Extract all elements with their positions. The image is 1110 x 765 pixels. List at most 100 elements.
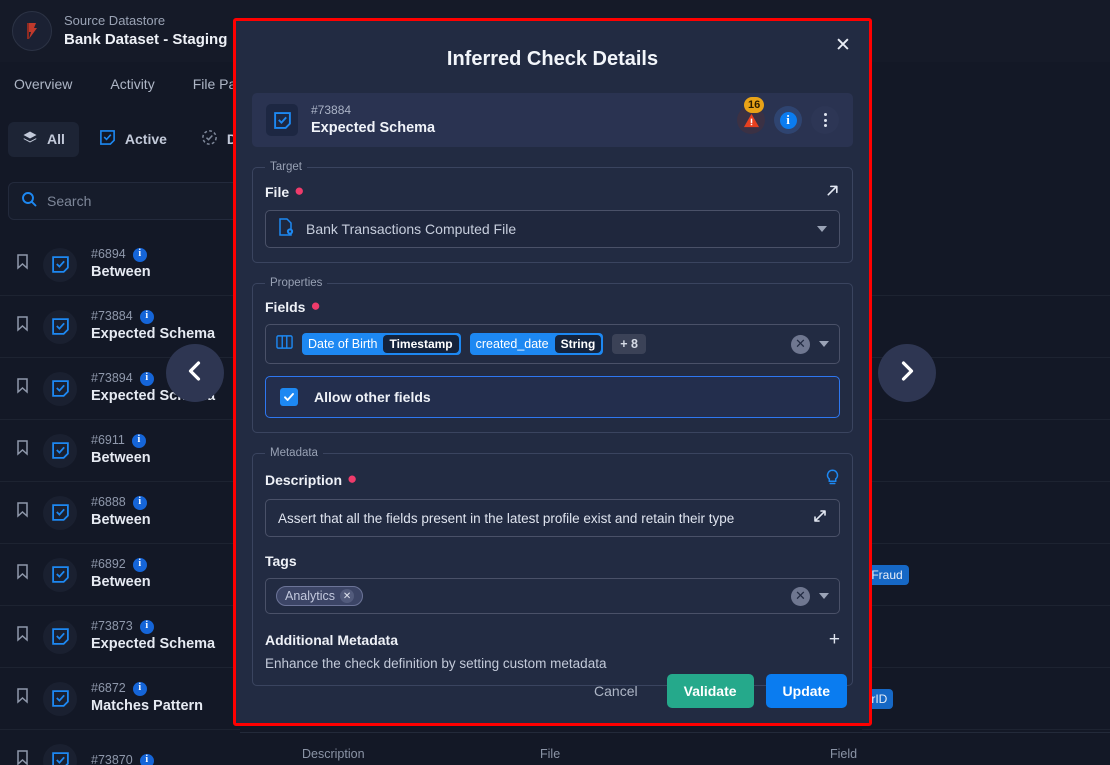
bookmark-icon[interactable] [16,626,29,647]
list-item-id: #6911 [91,432,125,447]
field-chip-overflow[interactable]: + 8 [612,334,647,354]
target-legend: Target [270,161,302,173]
tags-label: Tags [265,553,297,569]
allow-other-fields-checkbox[interactable] [280,388,298,406]
list-item-meta: #73870 i [91,753,154,765]
column-header-file: File [540,747,561,761]
description-input[interactable]: Assert that all the fields present in th… [265,499,840,537]
bookmark-icon[interactable] [16,502,29,523]
list-item-id-line: #6892 i [91,557,151,573]
tab-file-patterns[interactable]: File Pa [193,76,237,92]
chevron-down-icon[interactable] [819,593,829,599]
datastore-logo-icon [12,11,52,51]
list-item[interactable]: #6894 i Between [0,234,240,296]
tab-overview[interactable]: Overview [14,76,72,92]
list-item-id-line: #6872 i [91,681,203,697]
file-label-row: File ● [265,182,840,201]
list-item[interactable]: #73873 i Expected Schema [0,606,240,668]
info-icon[interactable]: i [132,247,147,262]
filter-active[interactable]: Active [85,121,181,157]
update-button[interactable]: Update [765,674,847,708]
table-row: edFraud [852,544,1110,606]
validate-button[interactable]: Validate [666,674,754,708]
list-item-meta: #6888 i Between [91,495,151,531]
list-item-name: Between [91,450,151,467]
search-input[interactable]: Search [8,182,240,220]
check-type-icon [43,619,77,654]
list-item-name: Between [91,574,151,591]
list-item-id: #73870 [91,752,133,765]
list-item[interactable]: #6888 i Between [0,482,240,544]
clear-x-icon[interactable]: ✕ [791,586,810,606]
list-item[interactable]: #73870 i [0,730,240,765]
list-item[interactable]: #6911 i Between [0,420,240,482]
nav-next-button[interactable] [878,344,936,402]
info-icon[interactable]: i [139,309,154,324]
chevron-down-icon[interactable] [819,341,829,347]
nav-prev-button[interactable] [166,344,224,402]
allow-other-fields-label: Allow other fields [314,389,431,405]
expand-icon[interactable] [813,509,827,528]
info-icon[interactable]: i [132,495,147,510]
check-summary-header: #73884 Expected Schema 16 i [252,93,853,147]
external-link-icon[interactable] [825,183,840,201]
tags-multiselect[interactable]: Analytics ✕ ✕ [265,578,840,614]
filter-all[interactable]: All [8,121,79,157]
remove-tag-icon[interactable]: ✕ [340,589,355,603]
info-icon[interactable]: i [774,106,802,134]
datastore-titles: Source Datastore Bank Dataset - Staging [64,13,228,48]
close-icon[interactable]: ✕ [831,33,855,57]
clear-x-icon[interactable]: ✕ [791,334,810,354]
bookmark-icon[interactable] [16,440,29,461]
table-row: t [852,234,1110,296]
bookmark-icon[interactable] [16,688,29,709]
plus-icon[interactable]: + [829,630,840,649]
tag-chip[interactable]: Analytics ✕ [276,586,364,606]
datastore-name: Bank Dataset - Staging [64,30,228,48]
checks-list: #6894 i Between #73884 i Expected Schema [0,234,240,765]
table-footer-headers: Description File Field [240,732,1110,765]
layers-icon [22,130,38,149]
file-label: File [265,184,290,200]
info-icon[interactable]: i [132,681,147,696]
table-row: l [852,420,1110,482]
list-item-id-line: #6888 i [91,495,151,511]
bookmark-icon[interactable] [16,316,29,337]
file-select[interactable]: Bank Transactions Computed File [265,210,840,248]
list-item-id-line: #73884 i [91,309,215,325]
field-chip[interactable]: created_date String [469,333,604,355]
list-item-meta: #73873 i Expected Schema [91,619,215,655]
bookmark-icon[interactable] [16,750,29,765]
warning-triangle-icon[interactable]: 16 [737,97,765,134]
list-item[interactable]: #6872 i Matches Pattern [0,668,240,730]
allow-other-fields-row[interactable]: Allow other fields [265,376,840,418]
properties-legend: Properties [270,277,323,289]
kebab-menu-icon[interactable] [811,106,839,134]
field-chip[interactable]: Date of Birth Timestamp [302,333,461,355]
cancel-button[interactable]: Cancel [577,674,655,708]
bookmark-icon[interactable] [16,564,29,585]
fields-multiselect[interactable]: Date of Birth Timestamp created_date Str… [265,324,840,364]
column-header-description: Description [302,747,365,761]
lightbulb-icon[interactable] [825,469,840,490]
list-item-meta: #6872 i Matches Pattern [91,681,203,717]
list-item-meta: #6911 i Between [91,433,151,469]
bookmark-icon[interactable] [16,378,29,399]
column-header-field: Field [830,747,858,761]
bookmark-icon[interactable] [16,254,29,275]
tab-activity[interactable]: Activity [110,76,154,92]
info-icon[interactable]: i [131,433,146,448]
list-item[interactable]: #6892 i Between [0,544,240,606]
app-root: Source Datastore Bank Dataset - Staging … [0,0,1110,765]
check-type-icon [43,743,77,765]
info-icon[interactable]: i [139,619,154,634]
modal-title: Inferred Check Details [446,48,659,70]
info-icon[interactable]: i [139,371,154,386]
additional-metadata-row: Additional Metadata + [265,630,840,649]
list-item-id: #6888 [91,494,126,509]
properties-section: Properties Fields ● Date of Birth Timest… [252,277,853,433]
metadata-legend: Metadata [270,447,318,459]
check-type-icon [43,433,77,468]
info-icon[interactable]: i [139,753,154,765]
info-icon[interactable]: i [132,557,147,572]
